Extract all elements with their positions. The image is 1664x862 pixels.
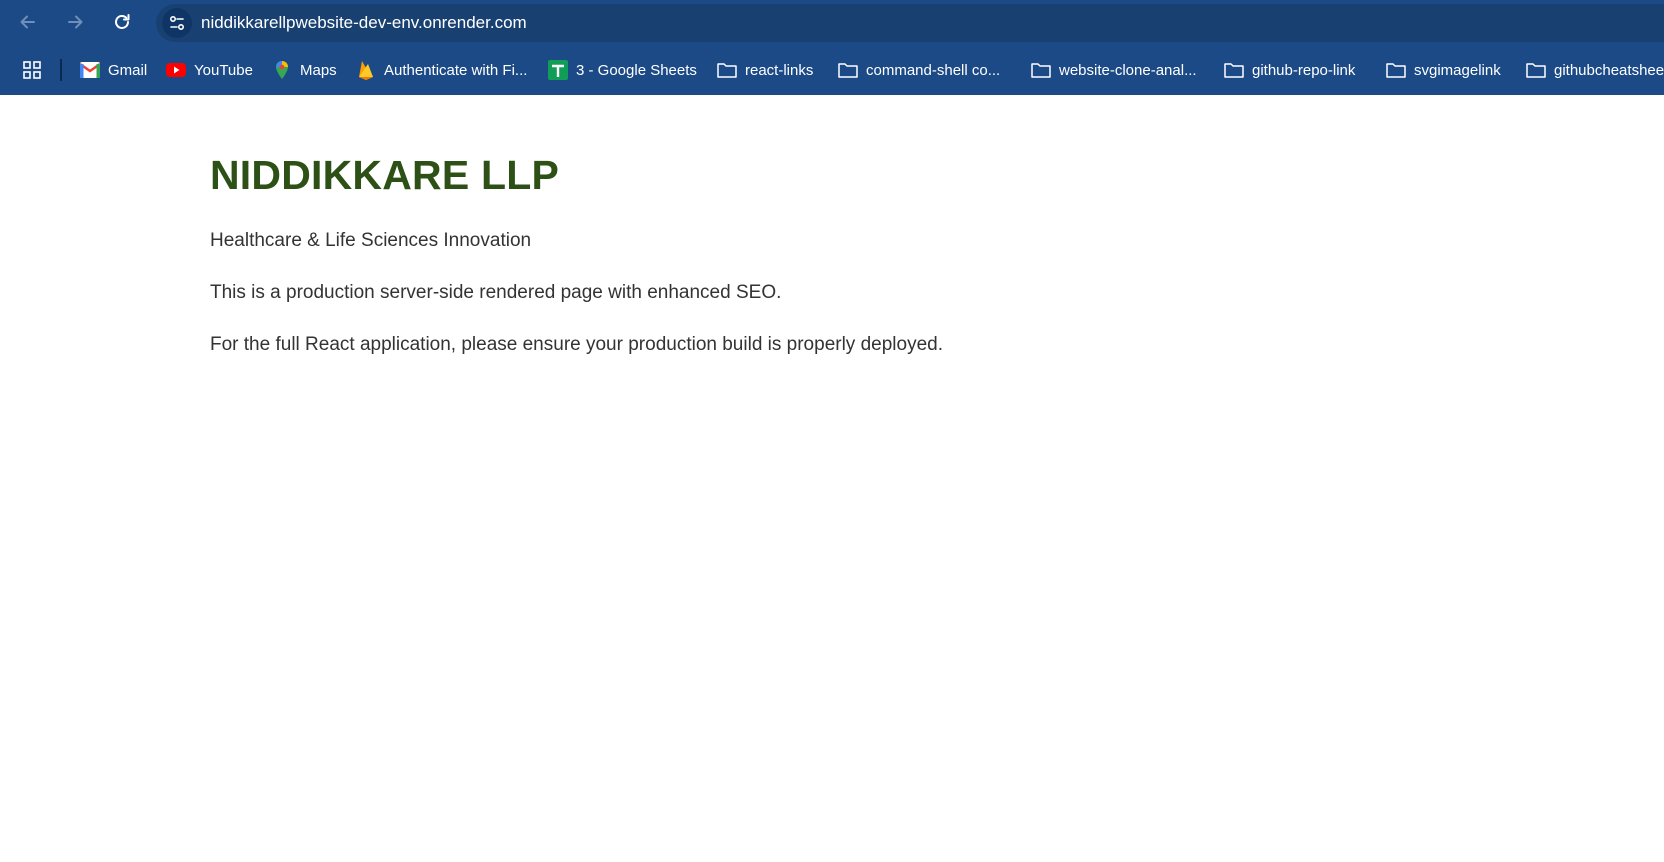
bookmark-folder-react-links[interactable]: react-links: [717, 58, 813, 82]
apps-button[interactable]: [20, 58, 44, 82]
bookmark-sheets[interactable]: 3 - Google Sheets: [548, 58, 697, 82]
back-button[interactable]: [10, 4, 46, 40]
bookmark-label: YouTube: [194, 61, 253, 79]
youtube-icon: [166, 60, 186, 80]
bookmark-label: Gmail: [108, 61, 148, 79]
bookmarks-separator: [60, 59, 62, 81]
bookmark-maps[interactable]: Maps: [272, 58, 337, 82]
bookmark-folder-githubcheatsheet[interactable]: githubcheatshee: [1526, 58, 1664, 82]
gmail-icon: [80, 60, 100, 80]
folder-icon: [1386, 60, 1406, 80]
bookmark-label: Maps: [300, 61, 337, 79]
bookmark-label: github-repo-link: [1252, 61, 1356, 79]
bookmark-gmail[interactable]: Gmail: [80, 58, 147, 82]
folder-icon: [1031, 60, 1051, 80]
bookmarks-bar: Gmail YouTube Maps Authenticate with Fi.…: [0, 45, 1664, 95]
bookmark-youtube[interactable]: YouTube: [166, 58, 253, 82]
apps-grid-icon: [23, 61, 41, 79]
bookmark-folder-github-repo-link[interactable]: github-repo-link: [1224, 58, 1355, 82]
bookmark-label: githubcheatshee: [1554, 61, 1664, 79]
bookmark-folder-command-shell[interactable]: command-shell co...: [838, 58, 1000, 82]
folder-icon: [717, 60, 737, 80]
bookmark-label: Authenticate with Fi...: [384, 61, 528, 79]
site-info-button[interactable]: [162, 8, 192, 38]
address-bar[interactable]: niddikkarellpwebsite-dev-env.onrender.co…: [156, 4, 1664, 42]
deployment-notice-text: For the full React application, please e…: [210, 334, 943, 355]
seo-notice-text: This is a production server-side rendere…: [210, 282, 782, 303]
maps-icon: [272, 60, 292, 80]
bookmark-firebase[interactable]: Authenticate with Fi...: [356, 58, 527, 82]
page-subtitle: Healthcare & Life Sciences Innovation: [210, 230, 532, 251]
reload-icon: [115, 14, 130, 29]
page-title: NIDDIKKARE LLP: [210, 152, 560, 198]
reload-button[interactable]: [104, 4, 140, 40]
bookmark-label: website-clone-anal...: [1059, 61, 1197, 79]
bookmark-label: 3 - Google Sheets: [576, 61, 697, 79]
back-arrow-icon: [20, 15, 35, 29]
sheets-icon: [548, 60, 568, 80]
folder-icon: [1526, 60, 1546, 80]
firebase-icon: [356, 60, 376, 80]
folder-icon: [1224, 60, 1244, 80]
browser-toolbar: niddikkarellpwebsite-dev-env.onrender.co…: [0, 0, 1664, 45]
url-text[interactable]: niddikkarellpwebsite-dev-env.onrender.co…: [201, 4, 527, 42]
tune-icon: [169, 15, 185, 31]
bookmark-label: react-links: [745, 61, 814, 79]
bookmark-folder-svgimagelink[interactable]: svgimagelink: [1386, 58, 1501, 82]
page-content: NIDDIKKARE LLP Healthcare & Life Science…: [210, 150, 943, 355]
forward-arrow-icon: [68, 15, 83, 29]
bookmark-folder-website-clone[interactable]: website-clone-anal...: [1031, 58, 1197, 82]
bookmark-label: svgimagelink: [1414, 61, 1501, 79]
folder-icon: [838, 60, 858, 80]
forward-button[interactable]: [57, 4, 93, 40]
bookmark-label: command-shell co...: [866, 61, 1001, 79]
